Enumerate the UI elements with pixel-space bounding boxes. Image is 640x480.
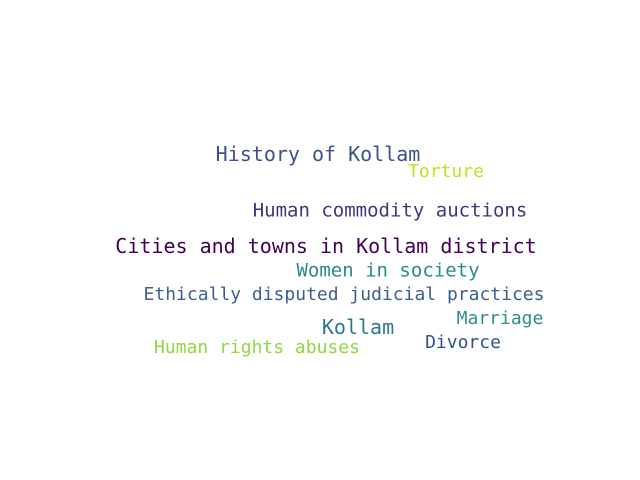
word-human-commodity-auctions: Human commodity auctions [252,199,528,222]
word-torture: Torture [408,161,484,182]
word-cities-and-towns-in-kollam-district: Cities and towns in Kollam district [115,234,537,258]
word-divorce: Divorce [425,332,501,353]
word-history-of-kollam: History of Kollam [215,142,421,166]
word-marriage: Marriage [456,308,544,329]
word-cloud: History of Kollam Torture Human commodit… [0,0,640,480]
word-kollam: Kollam [321,315,395,339]
word-women-in-society: Women in society [296,259,480,282]
word-human-rights-abuses: Human rights abuses [154,337,360,358]
word-ethically-disputed-judicial-practices: Ethically disputed judicial practices [143,284,545,305]
